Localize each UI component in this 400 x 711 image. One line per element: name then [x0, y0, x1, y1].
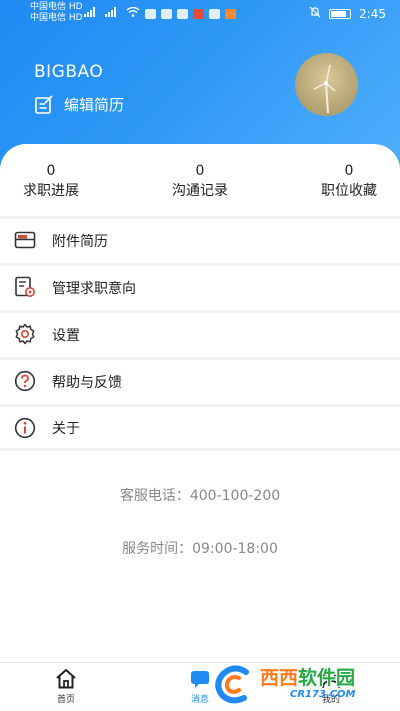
- signal-icon: [84, 7, 100, 20]
- stat-job-progress[interactable]: 0 求职进展: [1, 162, 101, 202]
- menu-item-job-intention[interactable]: 管理求职意向: [0, 263, 400, 310]
- gear-icon: [15, 323, 35, 345]
- menu-item-help-feedback[interactable]: 帮助与反馈: [0, 357, 400, 404]
- battery-icon: [329, 8, 352, 19]
- carrier-1-badge: HD: [68, 2, 83, 12]
- carrier-1: 中国电信: [30, 2, 67, 12]
- document-settings-icon: [15, 276, 35, 297]
- status-bar: 中国电信 HD 中国电信 HD 2:45: [0, 0, 400, 28]
- wechat-icon: [161, 8, 172, 19]
- edit-icon: [35, 94, 53, 114]
- music-app-icon: [209, 8, 220, 19]
- stat-value: 0: [195, 163, 205, 179]
- folder-icon: [14, 231, 36, 249]
- menu-label: 设置: [52, 328, 80, 344]
- edit-resume-label: 编辑简历: [64, 96, 125, 114]
- mute-icon: [309, 6, 321, 21]
- menu-label: 关于: [52, 420, 80, 437]
- profile-card: 0 求职进展 0 沟通记录 0 职位收藏 附件简历 管理求职意向 设置 帮助与反…: [0, 144, 400, 711]
- stats-row: 0 求职进展 0 沟通记录 0 职位收藏: [0, 162, 400, 204]
- menu-item-settings[interactable]: 设置: [0, 310, 400, 357]
- menu-label: 管理求职意向: [52, 281, 136, 297]
- avatar[interactable]: [295, 53, 358, 116]
- menu-label: 附件简历: [52, 234, 108, 250]
- status-right: 2:45: [309, 6, 386, 21]
- info-icon: [14, 417, 36, 439]
- watermark-subtitle: CR173.COM: [290, 688, 356, 700]
- stat-saved-jobs[interactable]: 0 职位收藏: [299, 162, 399, 202]
- username: BIGBAO: [34, 62, 104, 82]
- carrier-info: 中国电信 HD 中国电信 HD: [30, 2, 83, 24]
- video-app-icon: [225, 8, 236, 19]
- cr173-logo-icon: [215, 665, 249, 704]
- stat-value: 0: [46, 163, 56, 179]
- carrier-2: 中国电信: [30, 13, 67, 23]
- carrier-2-badge: HD: [68, 13, 83, 23]
- stat-label: 沟通记录: [172, 183, 228, 199]
- stat-label: 求职进展: [23, 183, 79, 199]
- help-icon: [14, 370, 36, 392]
- app-notification-icon: [145, 8, 156, 19]
- stat-communication-records[interactable]: 0 沟通记录: [150, 162, 250, 202]
- menu-label: 帮助与反馈: [52, 375, 122, 391]
- sim-icon: [177, 8, 188, 19]
- tab-home[interactable]: 首页: [36, 667, 96, 705]
- news-app-icon: [193, 8, 204, 19]
- menu-list: 附件简历 管理求职意向 设置 帮助与反馈 关于: [0, 216, 400, 451]
- menu-item-attachment-resume[interactable]: 附件简历: [0, 216, 400, 263]
- tab-home-label: 首页: [56, 695, 75, 705]
- message-icon: [191, 671, 209, 688]
- customer-service-phone: 客服电话：400-100-200: [119, 488, 281, 504]
- status-icons: [84, 6, 236, 20]
- service-hours: 服务时间：09:00-18:00: [122, 541, 278, 557]
- watermark: 西西软件园 CR173.COM: [212, 662, 356, 706]
- status-time: 2:45: [359, 6, 386, 21]
- signal-2-icon: [105, 7, 121, 20]
- stat-label: 职位收藏: [321, 183, 377, 199]
- wifi-icon: [126, 6, 140, 20]
- watermark-title-b: 软件园: [298, 666, 356, 689]
- watermark-title-a: 西西: [260, 666, 299, 689]
- stat-value: 0: [344, 163, 354, 179]
- wind-turbine-image: [313, 64, 336, 114]
- home-icon: [56, 669, 76, 689]
- menu-item-about[interactable]: 关于: [0, 404, 400, 451]
- edit-resume-link[interactable]: 编辑简历: [34, 94, 124, 115]
